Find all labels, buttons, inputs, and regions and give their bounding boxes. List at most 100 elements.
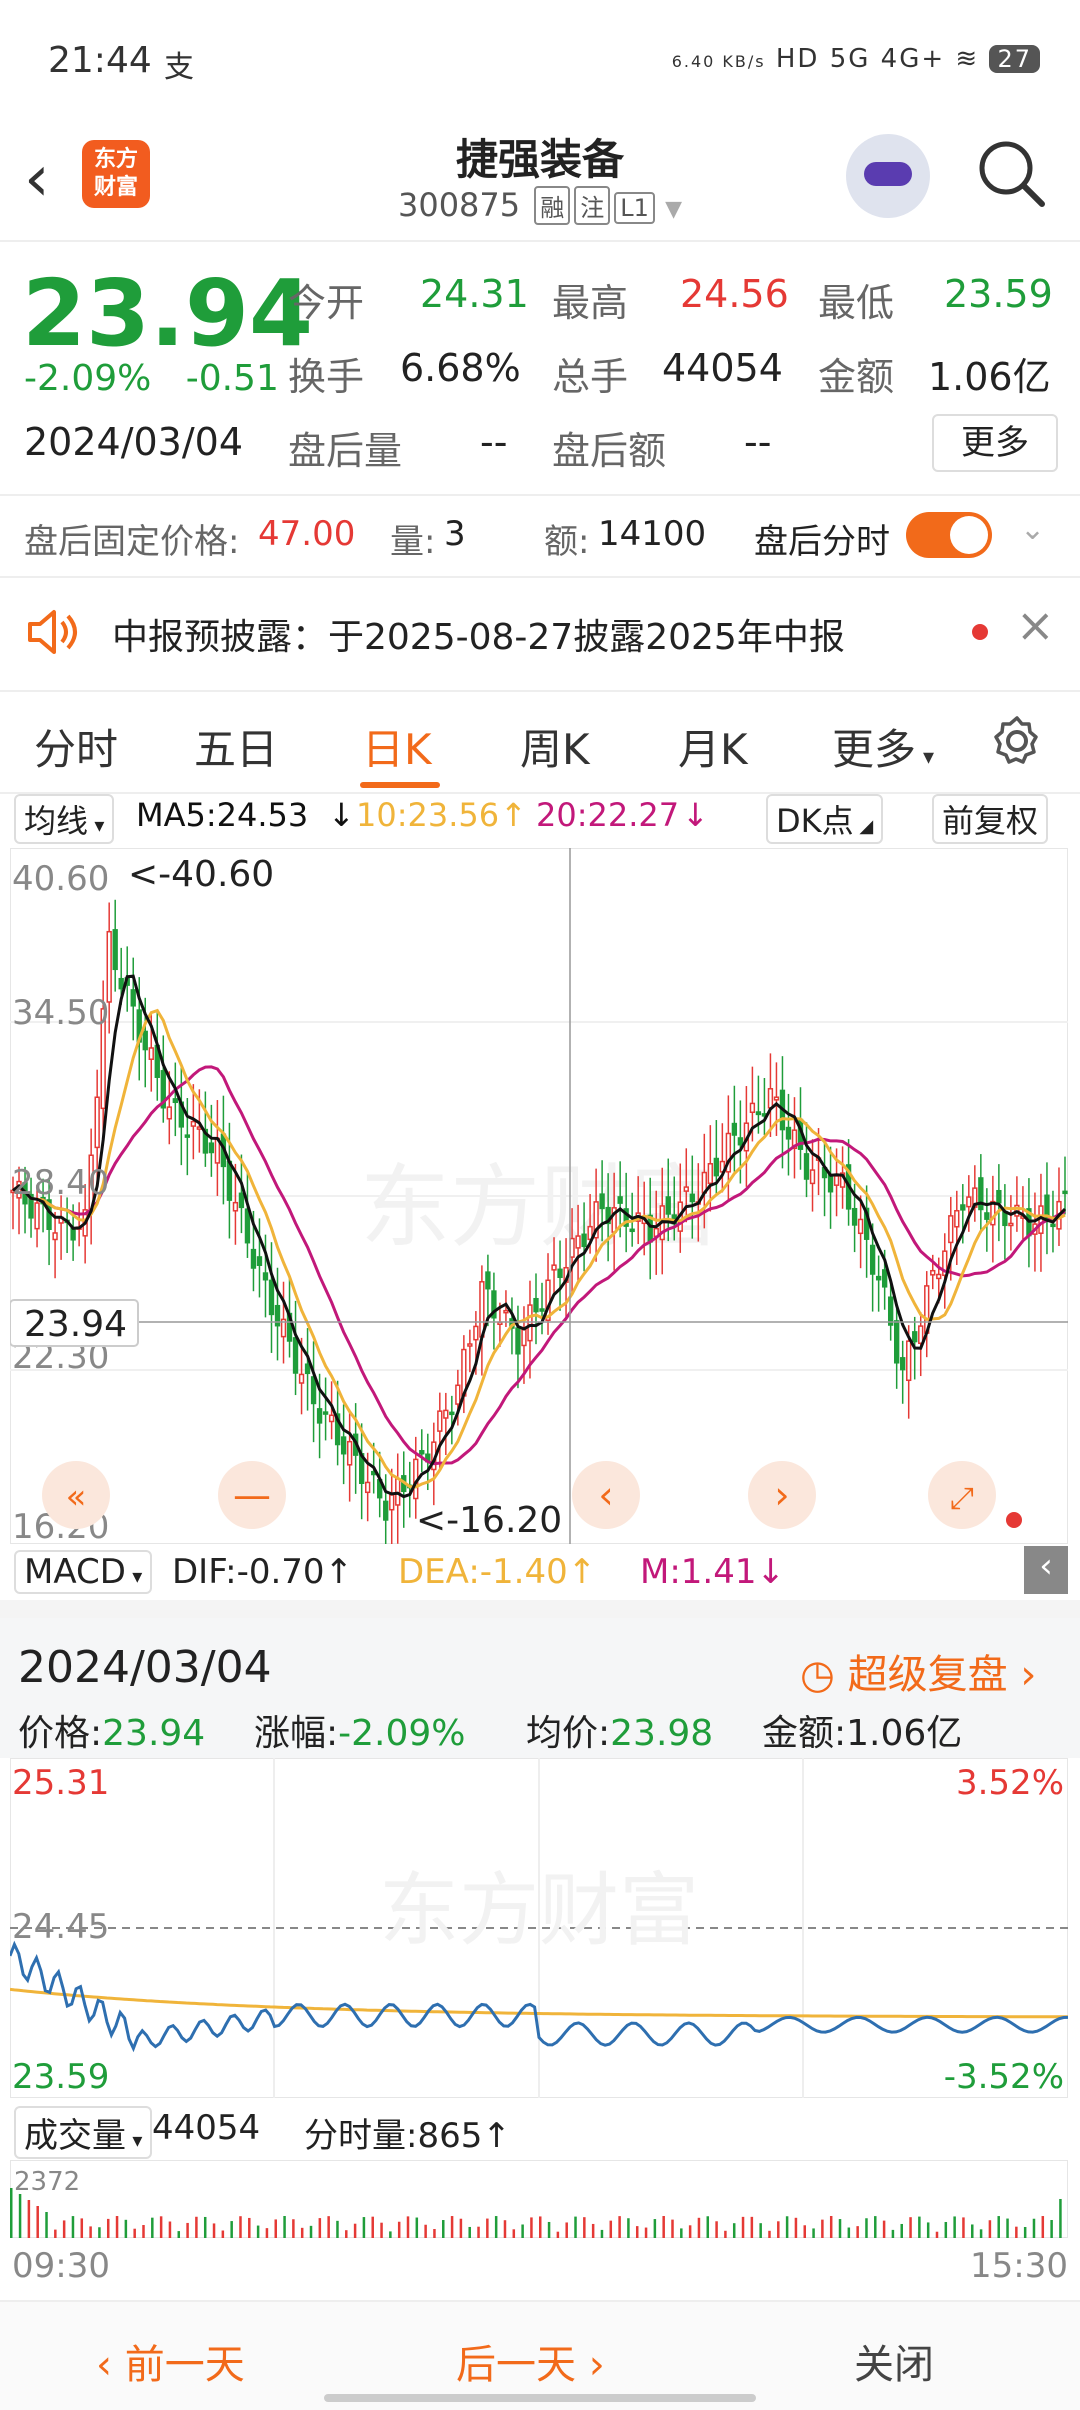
candle-body [148, 1047, 154, 1060]
volume-bar [759, 2223, 762, 2238]
candle-body [551, 1264, 557, 1271]
volume-label: 成交量 [24, 2116, 126, 2156]
volume-bar [785, 2216, 789, 2238]
after-amt-value: 14100 [598, 514, 707, 554]
volume-bar [979, 2229, 983, 2238]
volume-bar [36, 2206, 39, 2238]
y-mid-label: 24.45 [12, 1907, 109, 1947]
volume-bar [530, 2217, 533, 2238]
volume-bar [27, 2200, 31, 2238]
tag-l1[interactable]: L1 [614, 192, 655, 224]
wifi-icon: ≋ [955, 44, 980, 74]
volume-bar [186, 2222, 189, 2238]
volume-bar [794, 2217, 798, 2238]
volume-select[interactable]: 成交量 ▾ [14, 2106, 153, 2159]
chevron-down-icon[interactable]: ▼ [665, 197, 682, 222]
candle-body [689, 1193, 695, 1203]
amount-label: 金额 [818, 355, 895, 399]
candle-body [118, 977, 124, 990]
candle-body [851, 1207, 858, 1226]
candle-body [485, 1271, 491, 1290]
tab-more[interactable]: 更多 ▾ [832, 716, 934, 777]
divider [0, 494, 1080, 496]
close-icon[interactable]: × [1016, 598, 1055, 652]
volume-bar [812, 2228, 815, 2238]
volume-bar [18, 2194, 22, 2238]
after-chart-toggle[interactable] [906, 512, 992, 558]
candle-body [250, 1248, 257, 1269]
candle-body [803, 1153, 810, 1180]
volume-bar [248, 2217, 251, 2238]
more-button[interactable]: 更多 [932, 414, 1058, 472]
intraday-avg-row: 均价:23.98 [526, 1704, 713, 1756]
candle-body [232, 1201, 239, 1212]
volume-bar [477, 2226, 480, 2238]
super-replay-label: 超级复盘 [847, 1652, 1008, 1698]
tag-margin: 融 [534, 186, 571, 225]
tab-more-label: 更多 [832, 725, 917, 774]
volume-bar [433, 2229, 436, 2238]
close-button[interactable]: 关闭 [854, 2332, 934, 2390]
candle-body [737, 1137, 744, 1146]
tab-monthly-k[interactable]: 月K [678, 716, 748, 777]
tab-daily-k[interactable]: 日K [362, 716, 432, 777]
tab-intraday[interactable]: 分时 [34, 716, 118, 777]
tab-weekly-k[interactable]: 周K [520, 716, 590, 777]
candle-body [268, 1279, 275, 1316]
candle-body [473, 1325, 479, 1341]
volume-bar [997, 2216, 1000, 2238]
section-gap [0, 1600, 1080, 1618]
intraday-price-row: 价格:23.94 [18, 1704, 205, 1756]
intraday-chart[interactable]: 东方财富 25.31 24.45 23.59 3.52% -3.52% [10, 1758, 1068, 2098]
volume-bar [71, 2216, 75, 2238]
turnover-label: 换手 [288, 355, 365, 399]
candle-body [503, 1309, 509, 1314]
candle-body [749, 1102, 756, 1114]
candle-body [34, 1202, 40, 1230]
candle-body [755, 1111, 762, 1116]
next-day-label: 后一天 [456, 2342, 576, 2388]
home-indicator[interactable] [324, 2394, 756, 2402]
gear-icon[interactable] [990, 714, 1044, 768]
volume-bar [680, 2228, 683, 2238]
assistant-robot-icon[interactable] [846, 134, 930, 218]
dk-point-select[interactable]: DK点 ◢ [766, 794, 884, 844]
collapse-tab-icon[interactable]: ‹ [1024, 1546, 1068, 1594]
macd-select[interactable]: MACD ▾ [14, 1550, 153, 1594]
after-amt-value: -- [744, 420, 772, 464]
pct-label: 涨幅: [254, 1713, 339, 1754]
volume-bar [512, 2229, 516, 2238]
candle-body [809, 1169, 816, 1185]
candle-body [437, 1410, 443, 1432]
y-top-label: 25.31 [12, 1763, 109, 1803]
volume-bar [777, 2221, 780, 2238]
ma20-arrow: ↓ [682, 796, 709, 834]
open-value: 24.31 [420, 272, 529, 316]
tab-5day[interactable]: 五日 [194, 716, 278, 777]
candle-body [1050, 1223, 1056, 1228]
indicator-select[interactable]: 均线 ▾ [14, 794, 115, 844]
adjust-select[interactable]: 前复权 [932, 794, 1049, 844]
next-day-button[interactable]: 后一天 › [456, 2332, 605, 2390]
notice-bar[interactable]: 中报预披露：于2025-08-27披露2025年中报 × [0, 584, 1080, 684]
volume-bar [556, 2231, 560, 2238]
volume-bar [953, 2216, 956, 2238]
pct-bottom-label: -3.52% [944, 2057, 1064, 2097]
volume-bar [1006, 2218, 1009, 2238]
chevron-down-icon[interactable]: ⌄ [1020, 512, 1045, 547]
amt-label: 金额: [762, 1713, 847, 1754]
search-icon[interactable] [976, 138, 1046, 208]
candle-body [365, 1481, 371, 1494]
kline-chart[interactable]: 东方财富 40.60 34.50 28.40 22.30 16.20 <-40.… [10, 848, 1068, 1544]
prev-day-button[interactable]: ‹ 前一天 [96, 2332, 245, 2390]
volume-bar [397, 2221, 401, 2238]
price-value: 23.94 [102, 1713, 206, 1754]
candle-body [539, 1308, 545, 1312]
minus-icon: — [233, 1473, 271, 1517]
super-replay-link[interactable]: ◷ 超级复盘 › [800, 1642, 1036, 1700]
volume-bar [256, 2225, 260, 2238]
candle-body [449, 1411, 455, 1416]
candle-body [419, 1450, 425, 1455]
candle-body [984, 1212, 990, 1220]
change-percent: -2.09% [24, 358, 152, 399]
